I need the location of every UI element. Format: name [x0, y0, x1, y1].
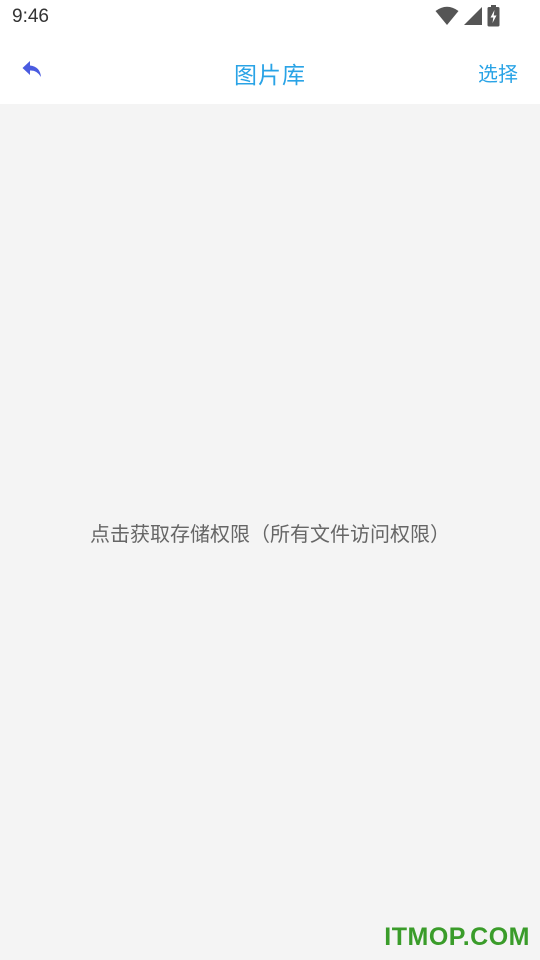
screen: 9:46 图片库 选择 点击获取存储权限（所有文件访问权限） ITMOP.COM: [0, 0, 540, 960]
header-bar: 图片库 选择: [0, 36, 540, 104]
gallery-content: 点击获取存储权限（所有文件访问权限）: [0, 104, 540, 960]
cellular-signal-icon: [463, 6, 483, 30]
storage-permission-prompt[interactable]: 点击获取存储权限（所有文件访问权限）: [0, 518, 540, 547]
page-title: 图片库: [234, 63, 306, 89]
select-button[interactable]: 选择: [478, 58, 518, 87]
status-bar: 9:46: [0, 0, 540, 36]
battery-charging-icon: [487, 5, 500, 31]
wifi-icon: [435, 6, 459, 30]
watermark-logo: ITMOP.COM: [384, 923, 530, 951]
status-icons: [435, 5, 500, 31]
status-time: 9:46: [12, 6, 49, 27]
